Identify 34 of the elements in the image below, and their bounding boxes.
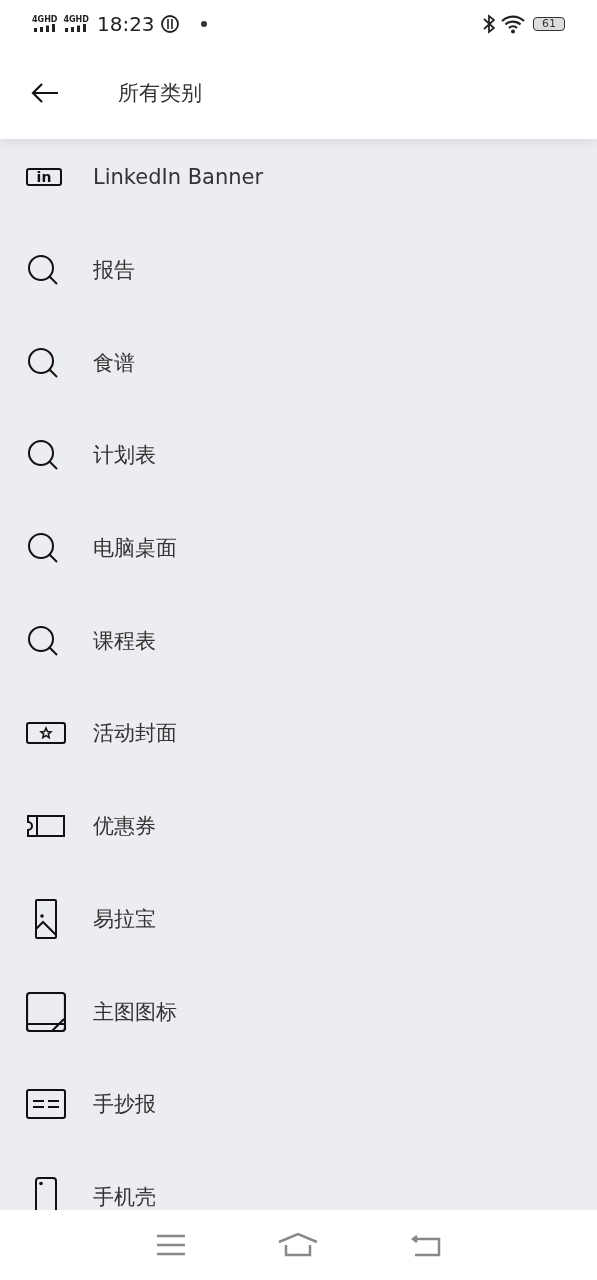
data-saver-icon: [160, 14, 179, 33]
network-label: 4GHD: [63, 15, 89, 24]
search-icon: [26, 345, 60, 380]
menu-icon[interactable]: [156, 1234, 185, 1256]
back-arrow-icon[interactable]: [30, 81, 60, 105]
category-item[interactable]: 主图图标: [93, 997, 177, 1026]
page-title: 所有类别: [118, 80, 202, 107]
star-card-icon: [26, 722, 66, 745]
battery-indicator: 61: [533, 16, 565, 31]
card-icon: [26, 1089, 66, 1120]
category-item[interactable]: 手机壳: [93, 1182, 156, 1210]
category-item[interactable]: 活动封面: [93, 719, 177, 748]
wifi-icon: [501, 13, 527, 34]
bluetooth-icon: [483, 13, 495, 34]
category-item[interactable]: 电脑桌面: [93, 534, 177, 563]
notification-dot: [200, 20, 207, 27]
back-icon[interactable]: [410, 1233, 441, 1257]
network-label: 4GHD: [32, 15, 58, 24]
search-icon: [26, 623, 60, 658]
category-item[interactable]: 计划表: [93, 441, 156, 470]
category-item[interactable]: LinkedIn Banner: [93, 165, 264, 190]
signal-icon: [65, 24, 88, 32]
status-time: 18:23: [96, 11, 155, 36]
ticket-icon: [26, 814, 66, 839]
home-icon[interactable]: [277, 1232, 318, 1258]
signal-icon: [33, 24, 56, 32]
category-item[interactable]: 优惠券: [93, 812, 156, 841]
image-frame-icon: [26, 991, 66, 1032]
category-item[interactable]: 报告: [93, 256, 135, 285]
linkedin-icon: in: [26, 168, 62, 187]
category-item[interactable]: 课程表: [93, 626, 156, 655]
category-item[interactable]: 手抄报: [93, 1090, 156, 1119]
category-item[interactable]: 易拉宝: [93, 904, 156, 933]
category-item[interactable]: 食谱: [93, 348, 135, 377]
